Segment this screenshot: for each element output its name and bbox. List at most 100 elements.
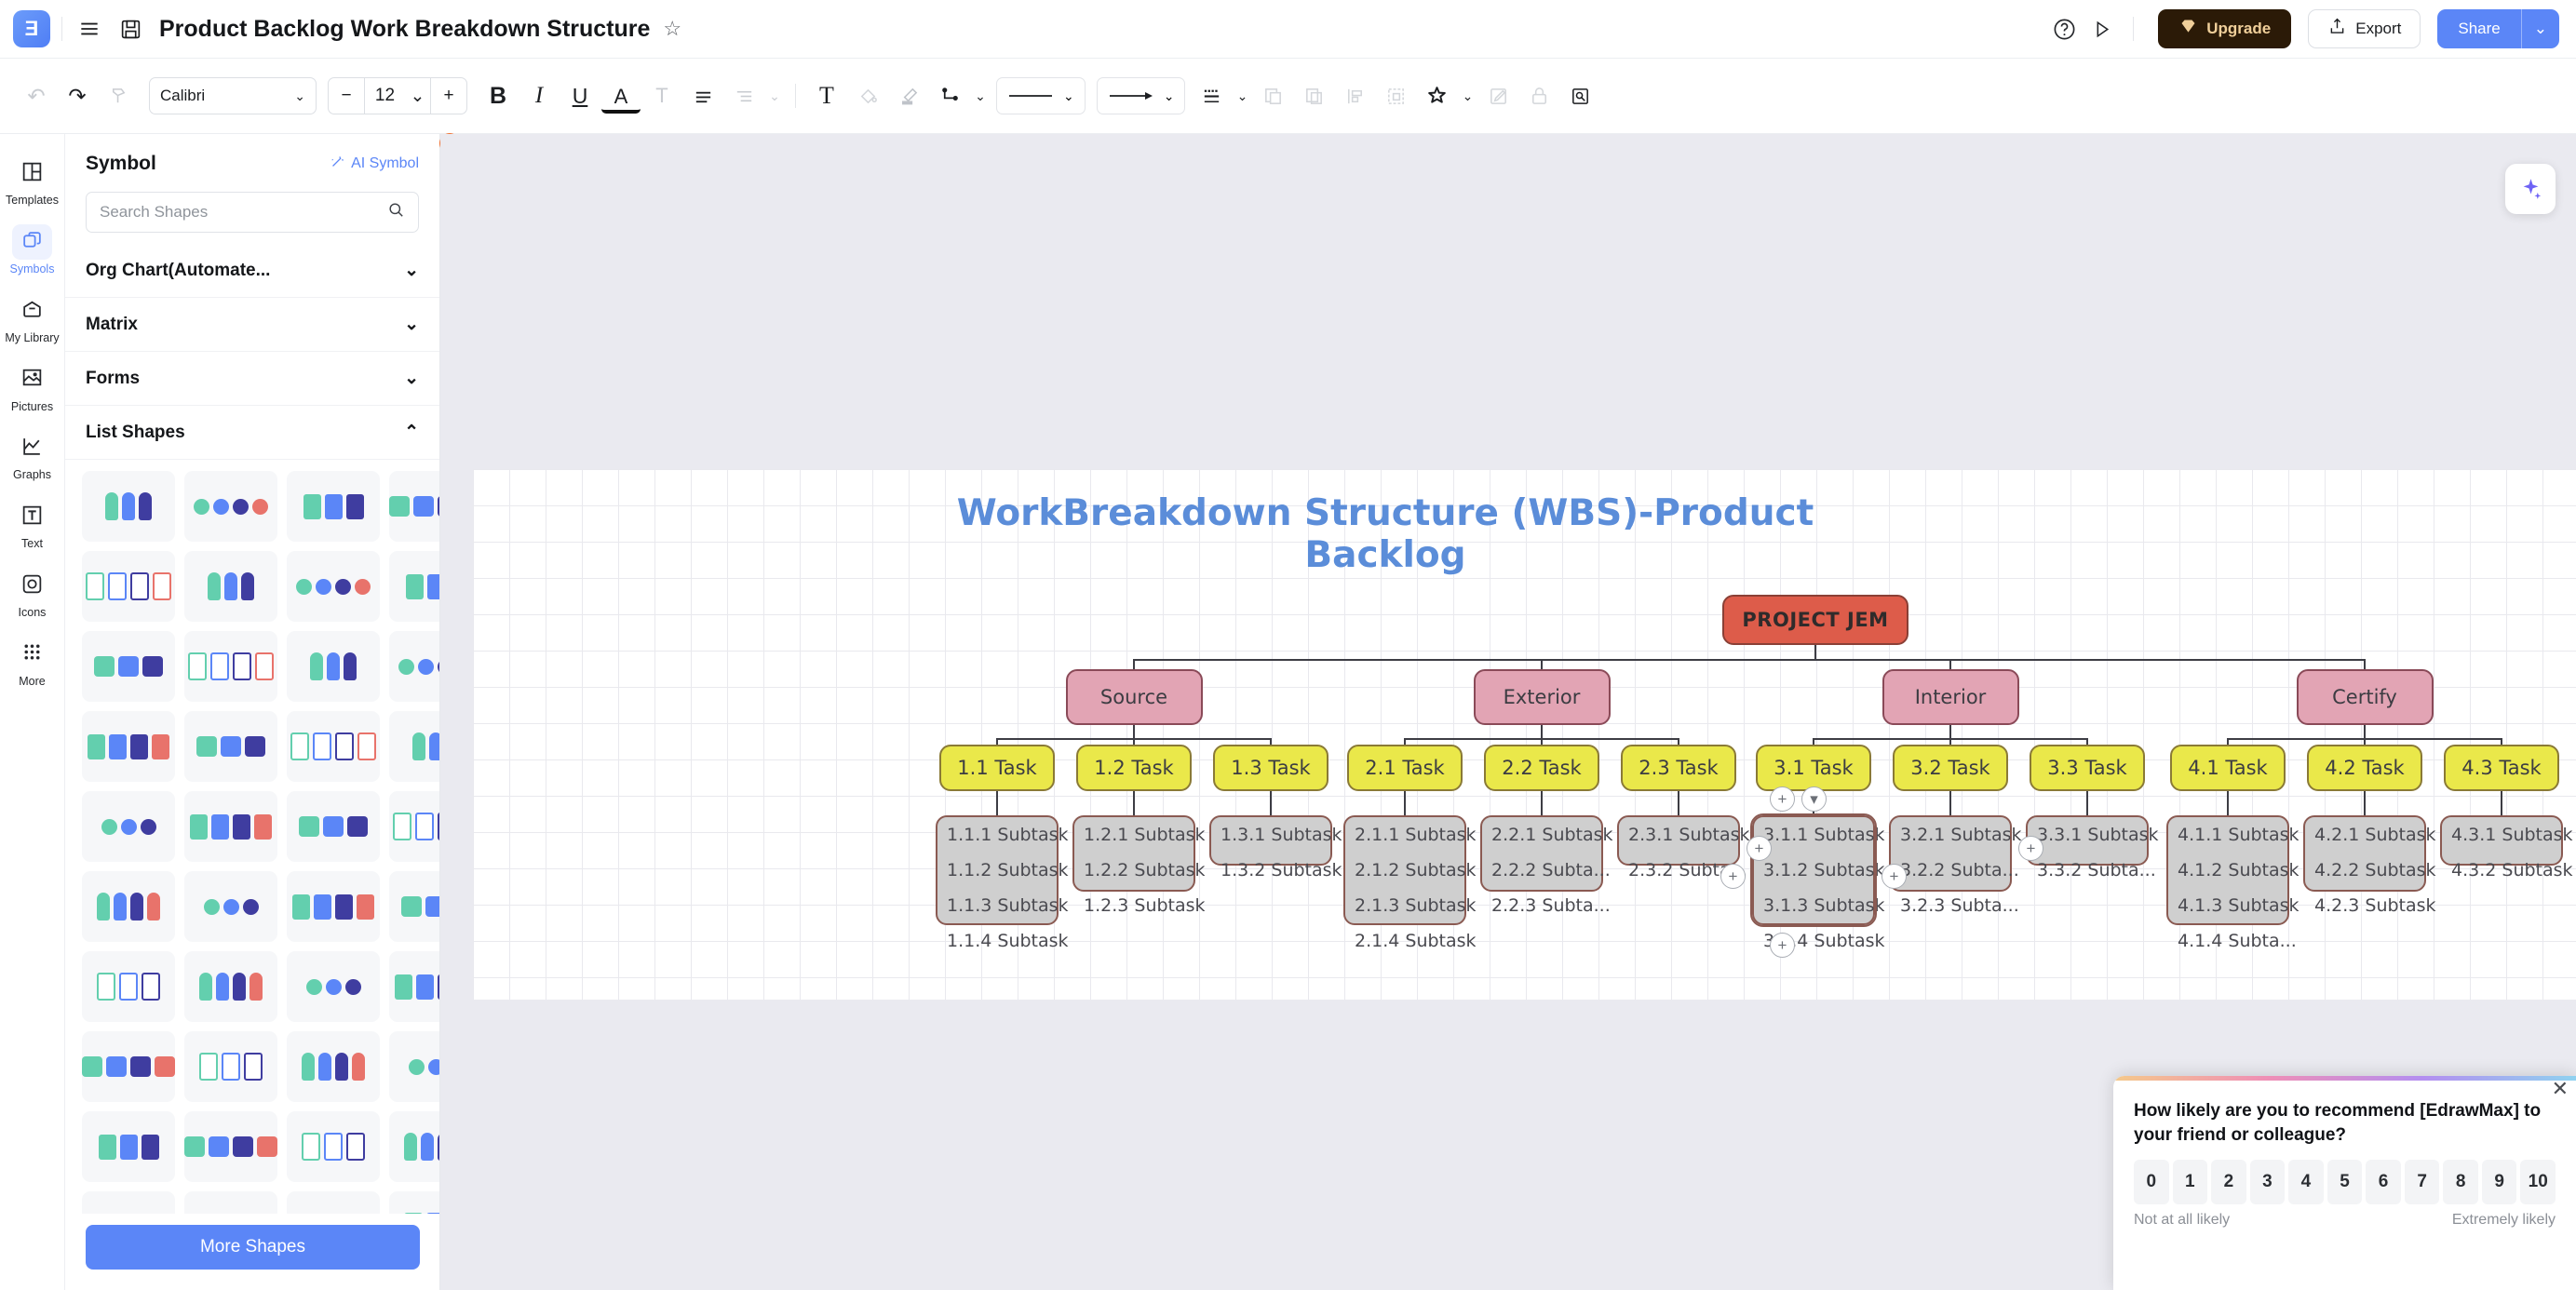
sidebar-item-icons[interactable]: Icons — [0, 559, 64, 628]
nps-option-3[interactable]: 3 — [2249, 1160, 2286, 1205]
node-root[interactable]: PROJECT JEM — [1722, 595, 1908, 645]
node-branch-interior[interactable]: Interior — [1881, 669, 2019, 725]
paint-bucket-icon[interactable] — [848, 76, 887, 115]
shape-thumbnail[interactable] — [184, 551, 277, 622]
node-task-2.1[interactable]: 2.1 Task — [1347, 745, 1463, 791]
node-subtask-group-2.1[interactable]: 2.1.1 Subtask 2.1.2 Subtask 2.1.3 Subtask 2… — [1343, 815, 1477, 951]
line-style-select[interactable]: ⌄ — [996, 77, 1086, 114]
chevron-down-icon[interactable]: ⌄ — [1233, 76, 1251, 115]
font-size-decrease[interactable]: − — [329, 78, 364, 114]
shape-thumbnail[interactable] — [389, 791, 439, 862]
node-task-4.2[interactable]: 4.2 Task — [2307, 745, 2422, 791]
upgrade-button[interactable]: Upgrade — [2158, 9, 2292, 48]
find-icon[interactable] — [1560, 76, 1599, 115]
node-branch-source[interactable]: Source — [1065, 669, 1203, 725]
shape-thumbnail[interactable] — [389, 1191, 439, 1214]
shape-thumbnail[interactable] — [389, 471, 439, 542]
shape-thumbnail[interactable] — [184, 1111, 277, 1182]
line-spacing-icon[interactable] — [724, 76, 763, 115]
nps-option-5[interactable]: 5 — [2326, 1160, 2363, 1205]
shape-thumbnail[interactable] — [82, 1191, 175, 1214]
sidebar-item-templates[interactable]: Templates — [0, 147, 64, 216]
align-left-icon[interactable] — [683, 76, 722, 115]
close-icon[interactable]: ✕ — [2552, 1077, 2569, 1101]
node-branch-certify[interactable]: Certify — [2296, 669, 2434, 725]
nps-option-7[interactable]: 7 — [2404, 1160, 2440, 1205]
play-icon[interactable] — [2084, 12, 2118, 46]
node-task-1.3[interactable]: 1.3 Task — [1213, 745, 1328, 791]
shape-thumbnail[interactable] — [389, 951, 439, 1022]
shape-thumbnail[interactable] — [184, 471, 277, 542]
connector-icon[interactable] — [930, 76, 969, 115]
sidebar-item-text[interactable]: Text — [0, 490, 64, 559]
shape-thumbnail[interactable] — [389, 631, 439, 702]
italic-button[interactable]: I — [519, 76, 559, 115]
accordion-list-shapes[interactable]: List Shapes ⌃ — [65, 406, 439, 460]
shape-thumbnail[interactable] — [184, 631, 277, 702]
shape-thumbnail[interactable] — [184, 791, 277, 862]
shape-thumbnail[interactable] — [82, 551, 175, 622]
ai-symbol-button[interactable]: AI Symbol — [330, 154, 419, 174]
font-color-button[interactable]: A — [601, 84, 641, 114]
chevron-down-icon[interactable]: ⌄ — [765, 76, 784, 115]
shape-thumbnail[interactable] — [82, 1111, 175, 1182]
shape-thumbnail[interactable] — [82, 951, 175, 1022]
nps-option-9[interactable]: 9 — [2481, 1160, 2517, 1205]
align-objects-icon[interactable] — [1335, 76, 1374, 115]
shape-thumbnail[interactable] — [184, 1031, 277, 1102]
add-node-left-handle[interactable]: + — [1720, 864, 1746, 889]
redo-icon[interactable]: ↷ — [58, 76, 97, 115]
node-task-1.1[interactable]: 1.1 Task — [939, 745, 1055, 791]
strikethrough-button[interactable]: T — [642, 76, 681, 115]
hamburger-icon[interactable] — [74, 13, 105, 45]
group-icon[interactable] — [1376, 76, 1415, 115]
ai-sparkle-icon[interactable] — [2505, 164, 2556, 214]
shape-thumbnail[interactable] — [287, 1111, 380, 1182]
chevron-down-icon[interactable]: ⌄ — [2520, 9, 2559, 48]
shape-thumbnail[interactable] — [287, 1191, 380, 1214]
node-task-4.3[interactable]: 4.3 Task — [2444, 745, 2559, 791]
accordion-matrix[interactable]: Matrix ⌄ — [65, 298, 439, 352]
node-subtask-group-1.1[interactable]: 1.1.1 Subtask 1.1.2 Subtask 1.1.3 Subtask 1… — [936, 815, 1069, 951]
collapse-node-handle[interactable]: ▾ — [1801, 786, 1827, 812]
sidebar-item-my-library[interactable]: My Library — [0, 285, 64, 354]
send-backward-icon[interactable] — [1253, 76, 1292, 115]
nps-option-10[interactable]: 10 — [2520, 1160, 2556, 1205]
shape-thumbnail[interactable] — [287, 791, 380, 862]
shape-thumbnail[interactable] — [184, 1191, 277, 1214]
shape-thumbnail[interactable] — [82, 871, 175, 942]
bold-button[interactable]: B — [479, 76, 518, 115]
shape-thumbnail[interactable] — [287, 951, 380, 1022]
font-size-value[interactable]: 12 — [364, 78, 405, 114]
add-node-top-handle[interactable]: + — [1770, 786, 1795, 812]
shape-thumbnail[interactable] — [287, 711, 380, 782]
shape-thumbnail[interactable] — [82, 711, 175, 782]
chevron-down-icon[interactable]: ⌄ — [971, 76, 990, 115]
shape-thumbnail[interactable] — [287, 551, 380, 622]
sidebar-item-pictures[interactable]: Pictures — [0, 353, 64, 422]
font-family-select[interactable]: Calibri ⌄ — [149, 77, 317, 114]
nps-option-6[interactable]: 6 — [2366, 1160, 2401, 1205]
nps-option-8[interactable]: 8 — [2443, 1160, 2478, 1205]
add-node-right-handle[interactable]: + — [1747, 836, 1772, 861]
add-node-bottom-handle[interactable]: + — [1770, 933, 1795, 958]
node-task-4.1[interactable]: 4.1 Task — [2170, 745, 2286, 791]
search-input[interactable] — [100, 203, 387, 222]
help-circle-icon[interactable] — [2047, 12, 2081, 46]
sidebar-item-symbols[interactable]: Symbols — [0, 216, 64, 285]
node-subtask-group-1.3[interactable]: 1.3.1 Subtask 1.3.2 Subtask — [1209, 815, 1342, 880]
node-task-3.2[interactable]: 3.2 Task — [1893, 745, 2008, 791]
node-subtask-group-2.2[interactable]: 2.2.1 Subtask 2.2.2 Subta... 2.2.3 Subta..… — [1480, 815, 1613, 916]
shape-thumbnail[interactable] — [389, 1111, 439, 1182]
shape-thumbnail[interactable] — [184, 951, 277, 1022]
node-subtask-group-3.3[interactable]: 3.3.1 Subtask 3.3.2 Subta... — [2026, 815, 2159, 880]
nps-option-4[interactable]: 4 — [2288, 1160, 2324, 1205]
nps-option-0[interactable]: 0 — [2134, 1160, 2169, 1205]
accordion-forms[interactable]: Forms ⌄ — [65, 352, 439, 406]
save-icon[interactable] — [115, 13, 146, 45]
arrow-style-select[interactable]: ⌄ — [1096, 77, 1186, 114]
shape-thumbnail[interactable] — [82, 791, 175, 862]
node-subtask-group-2.3[interactable]: 2.3.1 Subtask 2.3.2 Subta... — [1617, 815, 1750, 880]
dash-style-icon[interactable] — [1192, 76, 1231, 115]
shape-thumbnail[interactable] — [82, 1031, 175, 1102]
